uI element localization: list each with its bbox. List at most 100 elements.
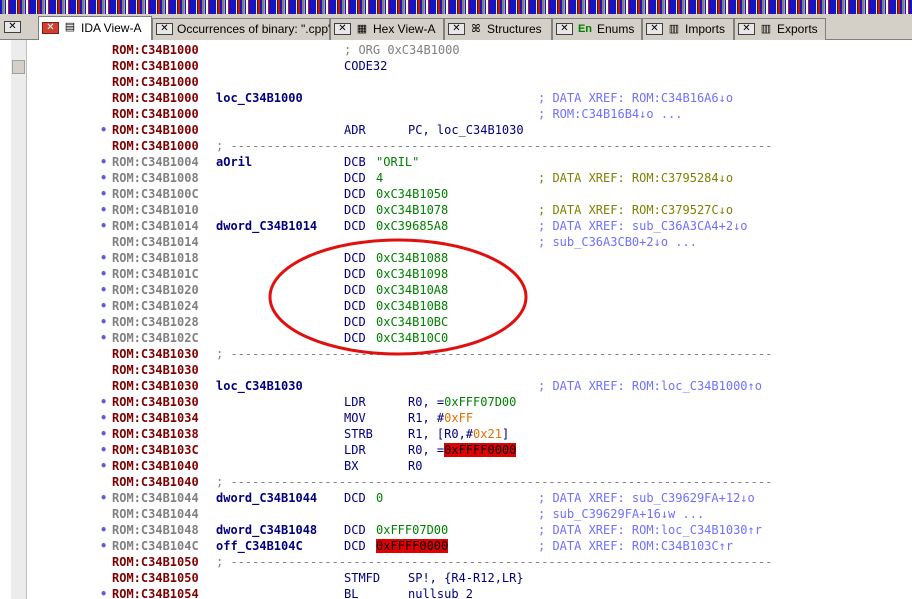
tab-label: Structures — [487, 22, 542, 36]
close-window-button[interactable]: ✕ — [4, 21, 21, 33]
tab-label: Imports — [685, 22, 726, 36]
tab-label: Exports — [777, 22, 818, 36]
disasm-line[interactable]: ROM:C34B1000 CODE32 — [0, 58, 912, 74]
line-mnemonic: DCD — [344, 539, 366, 553]
disasm-line[interactable]: ROM:C34B1050 STMFD SP!, {R4-R12,LR} — [0, 570, 912, 586]
line-comment: ; DATA XREF: ROM:C3795284↓o — [538, 171, 734, 185]
line-address: ROM:C34B104C — [112, 539, 199, 553]
disasm-line[interactable]: • ROM:C34B1000 ADR PC, loc_C34B1030 — [0, 122, 912, 138]
disasm-line[interactable]: ROM:C34B1000 ; ORG 0xC34B1000 — [0, 42, 912, 58]
tab-hex-view-a[interactable]: ✕ ▦ Hex View-A — [330, 18, 444, 40]
line-marker-icon: • — [100, 155, 108, 169]
line-comment: ; DATA XREF: ROM:C34B16A6↓o — [538, 91, 734, 105]
line-mnemonic: LDR — [344, 395, 366, 409]
line-marker-icon: • — [100, 443, 108, 457]
disasm-line[interactable]: • ROM:C34B1030 LDR R0, =0xFFF07D00 — [0, 394, 912, 410]
line-address: ROM:C34B1050 — [112, 571, 199, 585]
tab-occurrences-of-binary-cpp[interactable]: ✕ Occurrences of binary: ".cpp" — [152, 18, 332, 40]
line-operands: 0xFFF07D00 — [376, 523, 449, 537]
line-operands: "ORIL" — [376, 155, 420, 169]
tab-exports[interactable]: ✕ ▥ Exports — [734, 18, 826, 40]
disasm-line[interactable]: ROM:C34B1050 ; --------------------------… — [0, 554, 912, 570]
scrollbar-thumb[interactable] — [12, 60, 25, 74]
line-operands: 0xC34B1050 — [376, 187, 449, 201]
line-address: ROM:C34B1010 — [112, 203, 199, 217]
disasm-line[interactable]: • ROM:C34B1048 dword_C34B1048 DCD 0xFFF07D00… — [0, 522, 912, 538]
line-marker-icon: • — [100, 123, 108, 137]
disasm-line[interactable]: • ROM:C34B1034 MOV R1, #0xFF — [0, 410, 912, 426]
line-operands: PC, loc_C34B1030 — [408, 123, 524, 137]
line-comment: ; ROM:C34B16B4↓o ... — [538, 107, 683, 121]
tab-close-icon[interactable]: ✕ — [42, 22, 59, 34]
disasm-line[interactable]: ROM:C34B1014 ; sub_C36A3CB0+2↓o ... — [0, 234, 912, 250]
line-address: ROM:C34B1000 — [112, 59, 199, 73]
line-address: ROM:C34B1024 — [112, 299, 199, 313]
vertical-scrollbar[interactable] — [11, 40, 27, 599]
line-address: ROM:C34B1040 — [112, 459, 199, 473]
line-address: ROM:C34B1050 — [112, 555, 199, 569]
disasm-line[interactable]: • ROM:C34B1040 BX R0 — [0, 458, 912, 474]
line-marker-icon: • — [100, 539, 108, 553]
disasm-line[interactable]: • ROM:C34B1018 DCD 0xC34B1088 — [0, 250, 912, 266]
section-separator: ; --------------------------------------… — [216, 475, 773, 489]
disasm-line[interactable]: • ROM:C34B101C DCD 0xC34B1098 — [0, 266, 912, 282]
tab-close-icon[interactable]: ✕ — [646, 23, 663, 35]
disasm-line[interactable]: ROM:C34B1030 ; --------------------------… — [0, 346, 912, 362]
line-label: aOril — [216, 155, 253, 169]
disasm-line[interactable]: • ROM:C34B1004 aOril DCB "ORIL" — [0, 154, 912, 170]
tab-enums[interactable]: ✕ En Enums — [552, 18, 642, 40]
disassembly-view[interactable]: ROM:C34B1000; ORG 0xC34B1000 ROM:C34B1000… — [0, 40, 912, 599]
line-marker-icon: • — [100, 587, 108, 599]
line-comment: ; DATA XREF: sub_C39629FA+12↓o — [538, 491, 755, 505]
tab-close-icon[interactable]: ✕ — [738, 23, 755, 35]
disasm-line[interactable]: • ROM:C34B1014 dword_C34B1014 DCD 0xC39685A8… — [0, 218, 912, 234]
line-address: ROM:C34B1000 — [112, 139, 199, 153]
disasm-line[interactable]: • ROM:C34B1010 DCD 0xC34B1078 ; DATA XREF: R… — [0, 202, 912, 218]
disasm-line[interactable]: • ROM:C34B1020 DCD 0xC34B10A8 — [0, 282, 912, 298]
line-operands: nullsub_2 — [408, 587, 474, 599]
line-marker-icon: • — [100, 395, 108, 409]
line-address: ROM:C34B1038 — [112, 427, 199, 441]
disasm-line[interactable]: • ROM:C34B1008 DCD 4 ; DATA XREF: ROM:C37952… — [0, 170, 912, 186]
disasm-line[interactable]: • ROM:C34B1044 dword_C34B1044 DCD 0 ; DATA XR… — [0, 490, 912, 506]
disasm-line[interactable]: ROM:C34B1000 ; ROM:C34B16B4↓o ... — [0, 106, 912, 122]
disasm-line[interactable]: • ROM:C34B103C LDR R0, =0xFFFF0000 — [0, 442, 912, 458]
line-marker-icon: • — [100, 299, 108, 313]
disasm-line[interactable]: ROM:C34B1030 — [0, 362, 912, 378]
tab-close-icon[interactable]: ✕ — [448, 23, 465, 35]
disasm-line[interactable]: • ROM:C34B1038 STRB R1, [R0,#0x21] — [0, 426, 912, 442]
disasm-line[interactable]: • ROM:C34B1024 DCD 0xC34B10B8 — [0, 298, 912, 314]
disasm-line[interactable]: ROM:C34B1000 — [0, 74, 912, 90]
disasm-line[interactable]: ROM:C34B1030 loc_C34B1030 ; DATA XREF: ROM… — [0, 378, 912, 394]
line-label: off_C34B104C — [216, 539, 303, 553]
line-comment: ; DATA XREF: ROM:loc_C34B1030↑r — [538, 523, 762, 537]
line-operands: 0xC34B10A8 — [376, 283, 449, 297]
line-address: ROM:C34B1020 — [112, 283, 199, 297]
tab-structures[interactable]: ✕ ꕤ Structures — [444, 18, 552, 40]
tab-label: Hex View-A — [373, 22, 436, 36]
hex-icon: ▦ — [356, 23, 368, 35]
tab-ida-view-a[interactable]: ✕ ▤ IDA View-A — [38, 16, 152, 40]
disasm-line[interactable]: ROM:C34B1000 ; --------------------------… — [0, 138, 912, 154]
section-separator: ; --------------------------------------… — [216, 139, 773, 153]
line-marker-icon: • — [100, 187, 108, 201]
line-mnemonic: DCD — [344, 219, 366, 233]
tab-close-icon[interactable]: ✕ — [556, 23, 573, 35]
disasm-line[interactable]: • ROM:C34B1054 BL nullsub_2 — [0, 586, 912, 599]
line-mnemonic: MOV — [344, 411, 366, 425]
tab-close-icon[interactable]: ✕ — [156, 23, 173, 35]
disasm-line[interactable]: • ROM:C34B1028 DCD 0xC34B10BC — [0, 314, 912, 330]
disasm-line[interactable]: • ROM:C34B104C off_C34B104C DCD 0xFFFF0000 ; … — [0, 538, 912, 554]
disasm-line[interactable]: • ROM:C34B100C DCD 0xC34B1050 — [0, 186, 912, 202]
disasm-line[interactable]: ROM:C34B1040 ; --------------------------… — [0, 474, 912, 490]
line-address: ROM:C34B1044 — [112, 491, 199, 505]
disasm-line[interactable]: ROM:C34B1044 ; sub_C39629FA+16↓w ... — [0, 506, 912, 522]
section-separator: ; --------------------------------------… — [216, 347, 773, 361]
tab-close-icon[interactable]: ✕ — [334, 23, 351, 35]
navigator-band[interactable] — [0, 0, 912, 14]
disasm-line[interactable]: ROM:C34B1000 loc_C34B1000 ; DATA XREF: ROM… — [0, 90, 912, 106]
disasm-line[interactable]: • ROM:C34B102C DCD 0xC34B10C0 — [0, 330, 912, 346]
tab-imports[interactable]: ✕ ▥ Imports — [642, 18, 734, 40]
line-marker-icon: • — [100, 427, 108, 441]
tab-bar: ✕ ✕ ▤ IDA View-A ✕ Occurrences of binary: ".c… — [0, 14, 912, 40]
